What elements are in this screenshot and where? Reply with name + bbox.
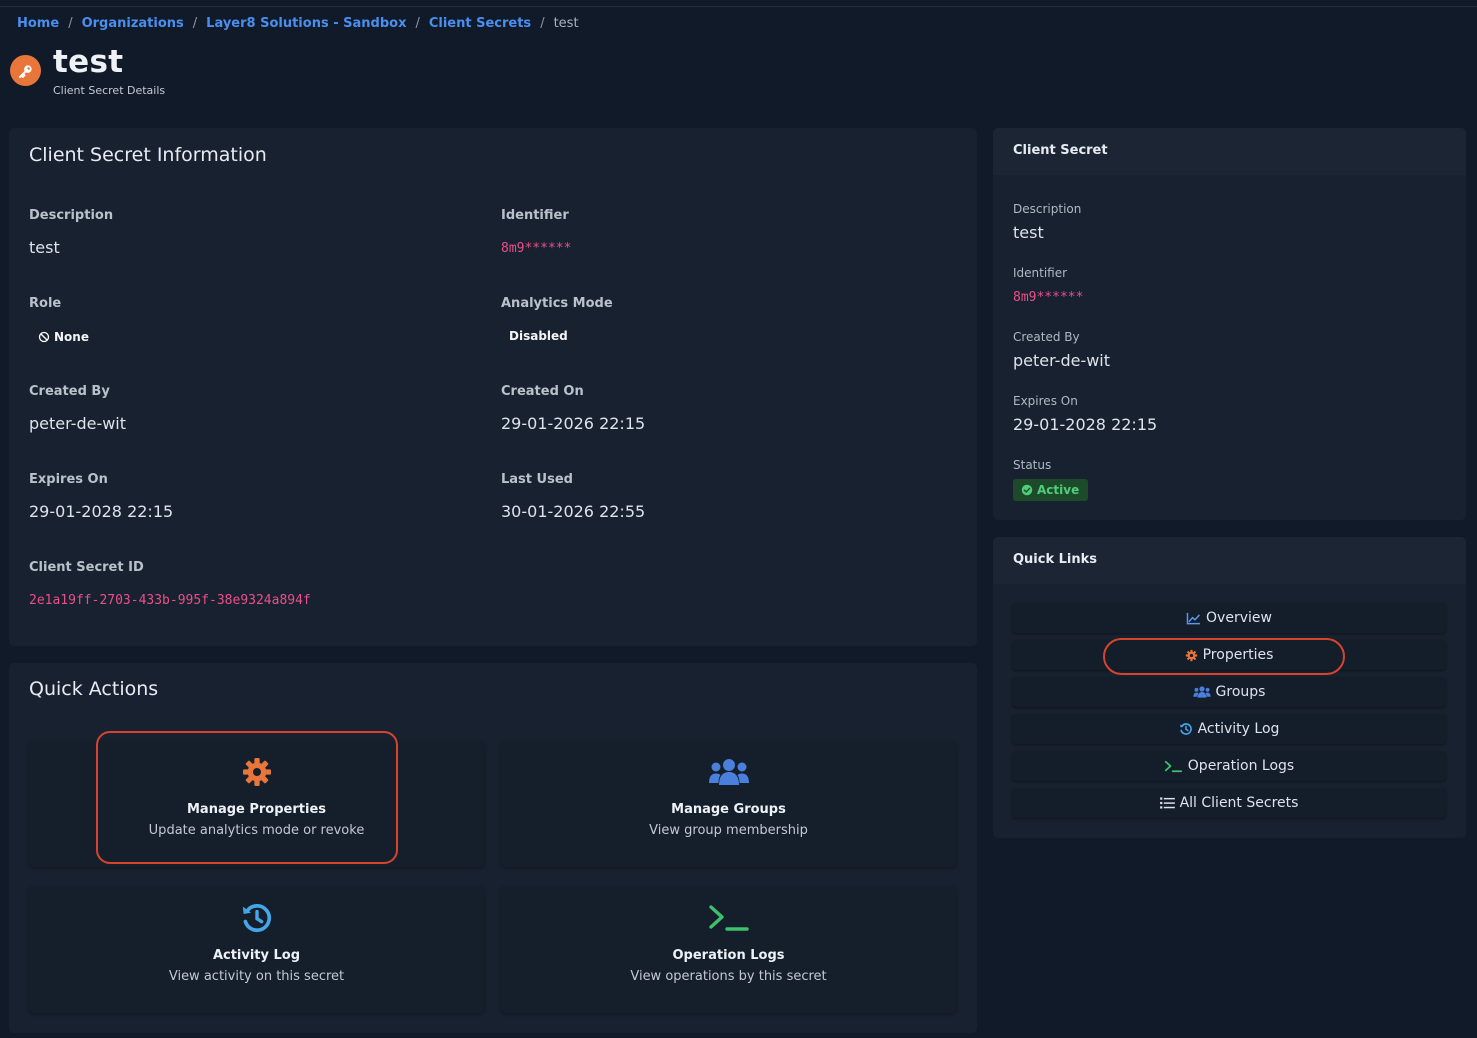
activity-log-tile[interactable]: Activity Log View activity on this secre… xyxy=(29,887,484,1013)
summary-description-label: Description xyxy=(1013,202,1082,216)
properties-link-highlight xyxy=(1103,638,1345,675)
created-on-label: Created On xyxy=(501,384,584,399)
last-used-label: Last Used xyxy=(501,472,573,487)
history-icon xyxy=(240,901,274,935)
created-on-value: 29-01-2026 22:15 xyxy=(501,414,646,433)
quick-link-label: Operation Logs xyxy=(1187,758,1295,774)
client-secret-info-card xyxy=(9,128,977,646)
terminal-icon xyxy=(707,901,751,935)
check-circle-icon xyxy=(1021,484,1033,496)
breadcrumb-client-secrets[interactable]: Client Secrets xyxy=(429,16,531,31)
tile-title: Operation Logs xyxy=(672,948,785,963)
expires-on-label: Expires On xyxy=(29,472,108,487)
created-by-value: peter-de-wit xyxy=(29,414,127,433)
summary-expires-label: Expires On xyxy=(1013,394,1078,408)
status-value: Active xyxy=(1037,483,1080,497)
ban-icon xyxy=(38,331,50,343)
breadcrumb-organization[interactable]: Layer8 Solutions - Sandbox xyxy=(206,16,406,31)
quick-link-operation-logs[interactable]: Operation Logs xyxy=(1012,751,1446,781)
description-label: Description xyxy=(29,208,114,223)
quick-links-title: Quick Links xyxy=(993,537,1466,584)
tile-description: View operations by this secret xyxy=(630,969,827,984)
breadcrumb-organizations[interactable]: Organizations xyxy=(82,16,184,31)
terminal-icon xyxy=(1164,760,1182,772)
role-badge: None xyxy=(38,330,89,344)
tile-title: Activity Log xyxy=(212,948,301,963)
client-secret-summary-card: Client Secret xyxy=(993,128,1466,520)
summary-description-value: test xyxy=(1013,223,1044,242)
operation-logs-tile[interactable]: Operation Logs View operations by this s… xyxy=(501,887,956,1013)
users-icon xyxy=(1192,686,1211,698)
summary-created-by-label: Created By xyxy=(1013,330,1080,344)
quick-actions-title: Quick Actions xyxy=(29,678,159,700)
breadcrumb-separator: / xyxy=(192,16,198,31)
quick-link-all-client-secrets[interactable]: All Client Secrets xyxy=(1012,788,1446,818)
role-label: Role xyxy=(29,296,62,311)
quick-link-label: All Client Secrets xyxy=(1179,795,1299,811)
quick-link-activity-log[interactable]: Activity Log xyxy=(1012,714,1446,744)
summary-expires-value: 29-01-2028 22:15 xyxy=(1013,415,1158,434)
breadcrumb-separator: / xyxy=(540,16,545,31)
quick-link-label: Activity Log xyxy=(1197,721,1280,737)
client-secret-id-label: Client Secret ID xyxy=(29,560,144,575)
page-subtitle: Client Secret Details xyxy=(53,84,166,97)
info-card-title: Client Secret Information xyxy=(29,144,267,166)
history-icon xyxy=(1179,723,1192,735)
page-title: test xyxy=(53,44,124,80)
chart-line-icon xyxy=(1186,612,1201,624)
top-divider xyxy=(0,6,1477,7)
breadcrumb-current: test xyxy=(553,16,579,31)
summary-card-title: Client Secret xyxy=(993,128,1466,175)
breadcrumb: Home / Organizations / Layer8 Solutions … xyxy=(17,16,579,31)
analytics-mode-badge: Disabled xyxy=(509,329,568,343)
quick-link-overview[interactable]: Overview xyxy=(1012,603,1446,633)
role-value: None xyxy=(54,330,89,344)
quick-link-label: Overview xyxy=(1206,610,1272,626)
quick-link-groups[interactable]: Groups xyxy=(1012,677,1446,707)
breadcrumb-separator: / xyxy=(415,16,420,31)
users-icon xyxy=(708,755,750,789)
manage-properties-highlight xyxy=(96,731,398,864)
manage-groups-tile[interactable]: Manage Groups View group membership xyxy=(501,741,956,867)
tile-description: View activity on this secret xyxy=(168,969,345,984)
identifier-value: 8m9****** xyxy=(501,241,572,256)
description-value: test xyxy=(29,238,60,257)
summary-identifier-value: 8m9****** xyxy=(1013,290,1084,305)
identifier-label: Identifier xyxy=(501,208,569,223)
breadcrumb-separator: / xyxy=(68,16,73,31)
status-badge: Active xyxy=(1013,479,1089,501)
expires-on-value: 29-01-2028 22:15 xyxy=(29,502,174,521)
analytics-mode-label: Analytics Mode xyxy=(501,296,613,311)
summary-status-label: Status xyxy=(1013,458,1052,472)
list-icon xyxy=(1159,797,1175,809)
client-secret-id-value: 2e1a19ff-2703-433b-995f-38e9324a894f xyxy=(29,593,311,608)
created-by-label: Created By xyxy=(29,384,110,399)
last-used-value: 30-01-2026 22:55 xyxy=(501,502,646,521)
quick-link-label: Groups xyxy=(1215,684,1266,700)
summary-identifier-label: Identifier xyxy=(1013,266,1068,280)
key-icon xyxy=(10,55,41,86)
tile-title: Manage Groups xyxy=(671,802,786,817)
summary-created-by-value: peter-de-wit xyxy=(1013,351,1111,370)
breadcrumb-home[interactable]: Home xyxy=(17,16,59,31)
tile-description: View group membership xyxy=(649,823,808,838)
